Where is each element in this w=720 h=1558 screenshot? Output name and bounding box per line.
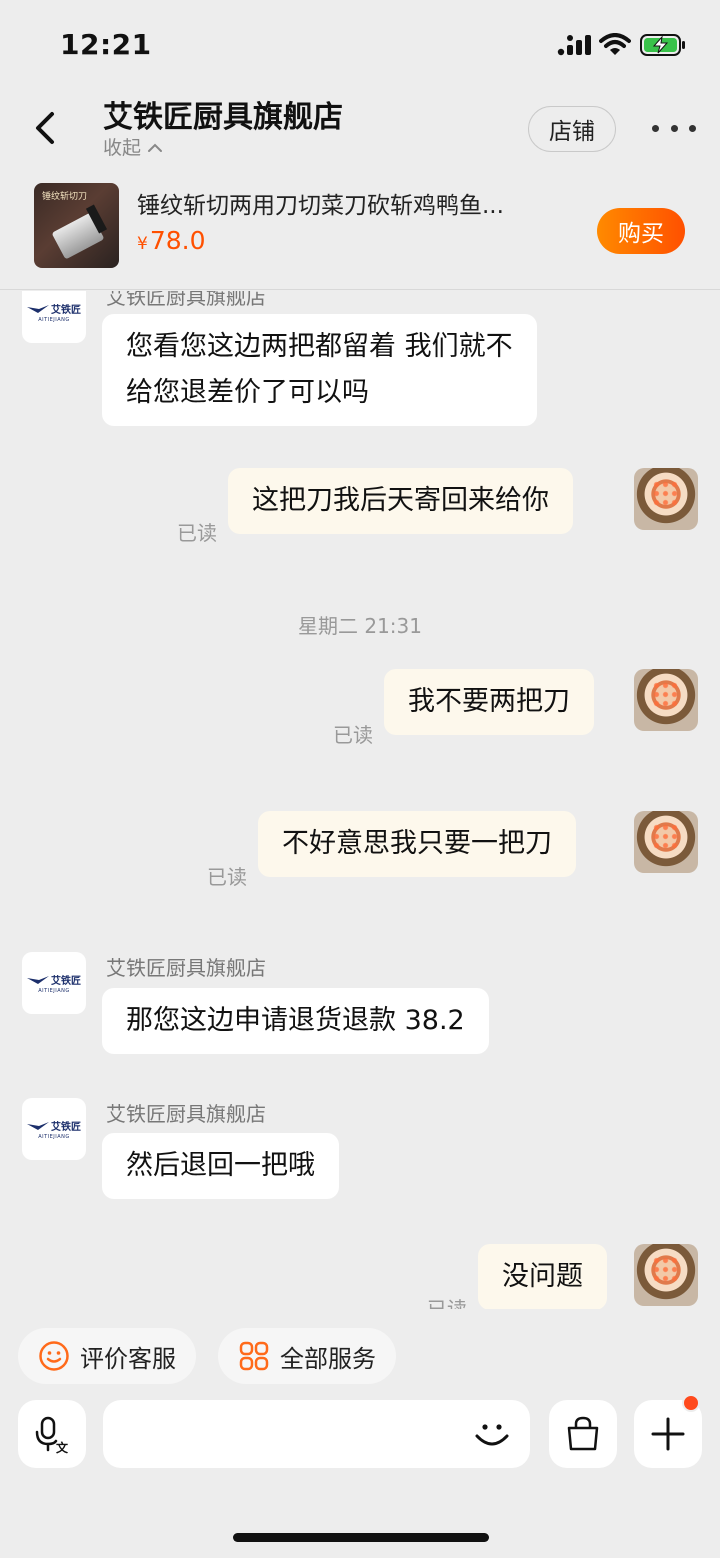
logo-text-en: AITIEJIANG: [38, 1134, 70, 1140]
signal-icon: [557, 35, 591, 56]
logo-text-cn: 艾铁匠: [51, 305, 81, 316]
wifi-icon: [599, 33, 631, 55]
grid-services-icon: [239, 1341, 269, 1371]
logo-text-en: AITIEJIANG: [38, 988, 70, 994]
message-bubble-incoming[interactable]: 然后退回一把哦: [102, 1133, 339, 1199]
more-dot-icon: [670, 124, 678, 132]
product-thumbnail[interactable]: 锤纹斩切刀: [34, 183, 119, 268]
notification-dot: [682, 1394, 700, 1412]
user-avatar[interactable]: [634, 669, 698, 731]
sender-name: 艾铁匠厨具旗舰店: [106, 1102, 266, 1126]
read-status: 已读: [207, 865, 247, 889]
rate-service-button[interactable]: 评价客服: [18, 1328, 196, 1384]
more-actions-button[interactable]: [634, 1394, 702, 1468]
smile-icon: [39, 1341, 69, 1371]
price-currency: ¥: [137, 234, 148, 254]
chat-list[interactable]: 艾铁匠 AITIEJIANG 艾铁匠厨具旗舰店 您看您这边两把都留着 我们就不 …: [0, 291, 720, 1309]
voice-input-button[interactable]: 文: [18, 1400, 86, 1468]
collapse-label: 收起: [103, 137, 142, 159]
status-time: 12:21: [60, 28, 152, 61]
sender-name: 艾铁匠厨具旗舰店: [106, 291, 266, 309]
logo-text-cn: 艾铁匠: [51, 976, 81, 987]
mic-translate-icon: 文: [35, 1416, 69, 1454]
read-status: 已读: [177, 521, 217, 545]
store-button[interactable]: 店铺: [528, 106, 616, 152]
more-dot-icon: [652, 124, 659, 132]
message-bubble-incoming[interactable]: 您看您这边两把都留着 我们就不 给您退差价了可以吗: [102, 314, 537, 426]
product-title: 锤纹斩切两用刀切菜刀砍斩鸡鸭鱼...: [137, 193, 504, 219]
user-avatar[interactable]: [634, 1244, 698, 1306]
message-bubble-incoming[interactable]: 那您这边申请退货退款 38.2: [102, 988, 489, 1054]
product-card[interactable]: 锤纹斩切刀 锤纹斩切两用刀切菜刀砍斩鸡鸭鱼... ¥ 78.0 购买: [0, 168, 720, 290]
shop-avatar[interactable]: 艾铁匠 AITIEJIANG: [22, 1098, 86, 1160]
all-services-label: 全部服务: [280, 1344, 376, 1373]
more-button[interactable]: [652, 116, 696, 140]
message-input[interactable]: [103, 1400, 530, 1468]
buy-button[interactable]: 购买: [597, 208, 685, 254]
read-status: 已读: [427, 1297, 467, 1309]
message-bubble-outgoing[interactable]: 这把刀我后天寄回来给你: [228, 468, 573, 534]
bird-logo-icon: [27, 1121, 49, 1130]
back-icon[interactable]: [28, 108, 64, 148]
chevron-up-icon: [148, 143, 163, 152]
product-price: ¥ 78.0: [137, 226, 206, 255]
thumbnail-caption: 锤纹斩切刀: [42, 192, 88, 202]
logo-text-cn: 艾铁匠: [51, 1122, 81, 1133]
rate-service-label: 评价客服: [80, 1344, 176, 1373]
user-avatar[interactable]: [634, 811, 698, 873]
message-bubble-outgoing[interactable]: 没问题: [478, 1244, 607, 1309]
logo-text-en: AITIEJIANG: [38, 317, 70, 323]
message-bubble-outgoing[interactable]: 我不要两把刀: [384, 669, 594, 735]
message-line: 给您退差价了可以吗: [126, 377, 369, 408]
home-indicator[interactable]: [233, 1533, 489, 1542]
more-dot-icon: [689, 124, 696, 132]
shopping-bag-button[interactable]: [549, 1400, 617, 1468]
page-title: 艾铁匠厨具旗舰店: [103, 100, 343, 135]
sender-name: 艾铁匠厨具旗舰店: [106, 956, 266, 980]
chat-timestamp: 星期二 21:31: [298, 614, 422, 638]
message-line: 您看您这边两把都留着 我们就不: [126, 331, 513, 362]
bird-logo-icon: [27, 304, 49, 313]
collapse-toggle[interactable]: 收起: [103, 133, 163, 160]
all-services-button[interactable]: 全部服务: [218, 1328, 396, 1384]
message-bubble-outgoing[interactable]: 不好意思我只要一把刀: [258, 811, 576, 877]
user-avatar[interactable]: [634, 468, 698, 530]
price-amount: 78.0: [149, 226, 206, 255]
translate-badge: 文: [56, 1440, 69, 1454]
battery-charging-icon: [640, 34, 685, 56]
shop-avatar[interactable]: 艾铁匠 AITIEJIANG: [22, 952, 86, 1014]
shopping-bag-icon: [567, 1416, 599, 1451]
shop-avatar[interactable]: 艾铁匠 AITIEJIANG: [22, 291, 86, 343]
status-bar: 12:21: [0, 0, 720, 90]
read-status: 已读: [333, 723, 373, 747]
plus-icon: [651, 1417, 685, 1451]
emoji-icon[interactable]: [472, 1414, 512, 1454]
bird-logo-icon: [27, 975, 49, 984]
